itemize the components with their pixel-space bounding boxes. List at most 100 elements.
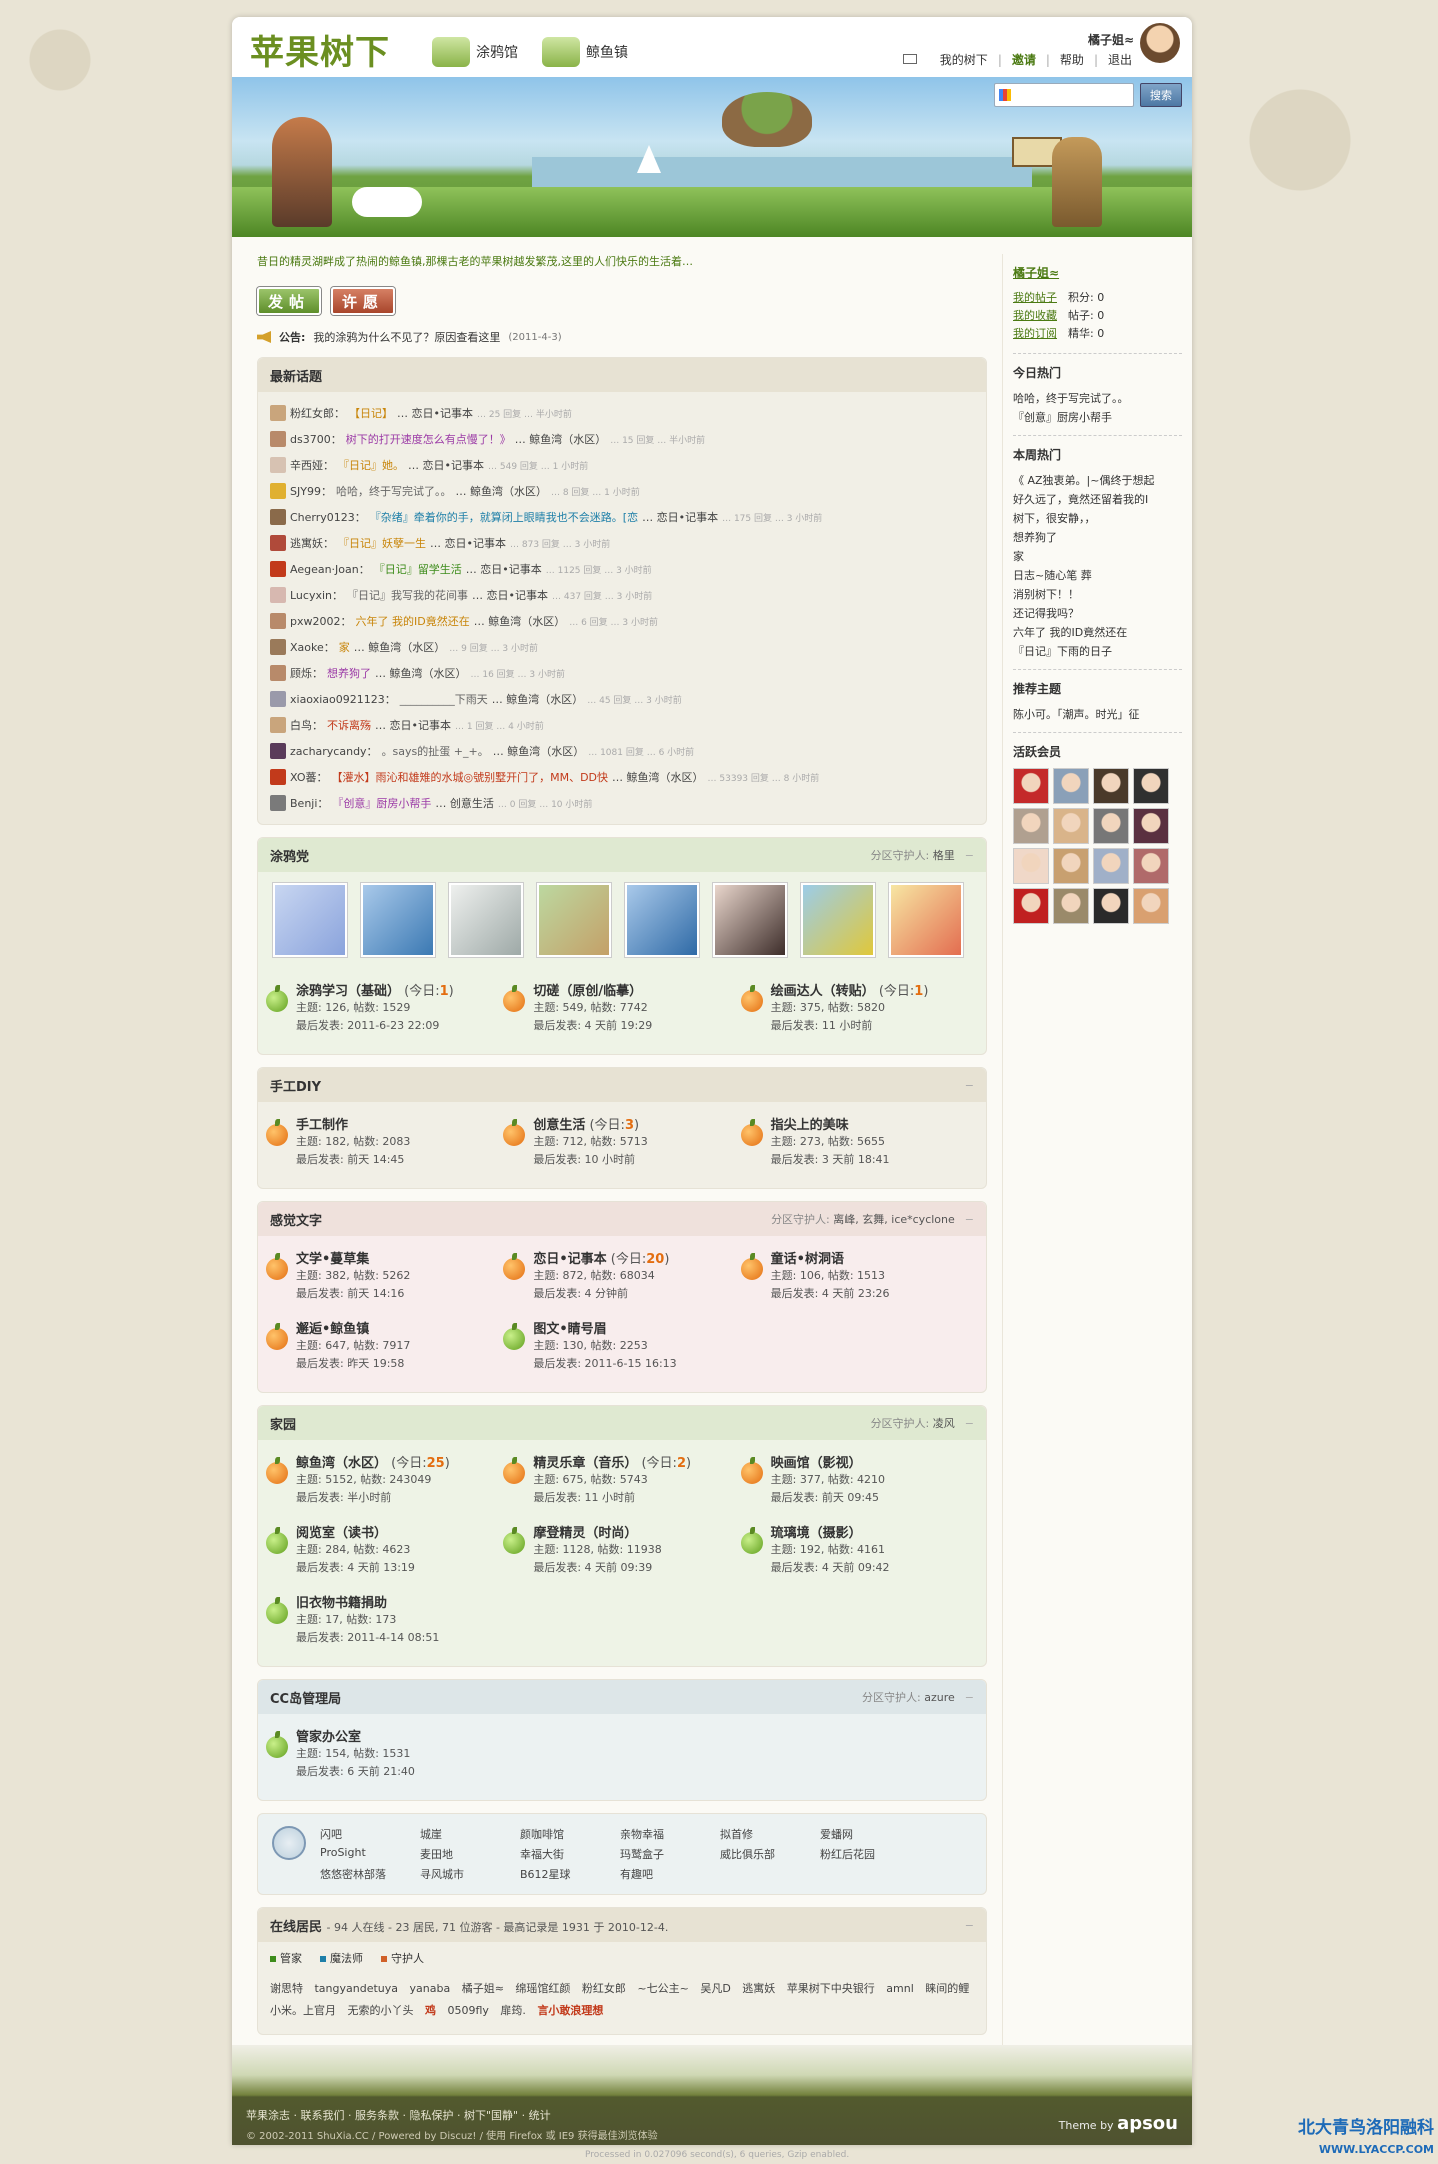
forum-name[interactable]: 管家办公室 xyxy=(296,1726,415,1745)
topic-title[interactable]: 【日记】 xyxy=(349,405,393,421)
topic-title[interactable]: 。says的扯蛋 +_+。 xyxy=(382,743,489,759)
forum-title[interactable]: 文学•蔓草集 xyxy=(296,1252,369,1267)
thumbnail[interactable] xyxy=(712,882,788,958)
topic-author[interactable]: 顾烁： xyxy=(290,665,323,681)
member-avatar[interactable] xyxy=(1053,768,1089,804)
collapse-icon[interactable]: − xyxy=(965,1079,974,1092)
thumbnail[interactable] xyxy=(536,882,612,958)
hot-topic[interactable]: 日志~随心笔 葬 xyxy=(1013,566,1182,585)
member-avatar[interactable] xyxy=(1133,768,1169,804)
forum-title[interactable]: 鲸鱼湾（水区） xyxy=(296,1456,387,1471)
forum-name[interactable]: 邂逅•鲸鱼镇 xyxy=(296,1318,410,1337)
forum-name[interactable]: 精灵乐章（音乐） (今日:2) xyxy=(533,1452,691,1471)
member-avatar[interactable] xyxy=(1093,848,1129,884)
member-avatar[interactable] xyxy=(1093,888,1129,924)
topic-row[interactable]: Xaoke：家… 鲸鱼湾（水区）… 9 回复 … 3 小时前 xyxy=(270,634,974,660)
search-button[interactable]: 搜索 xyxy=(1140,83,1182,107)
member-avatar[interactable] xyxy=(1133,808,1169,844)
topic-row[interactable]: SJY99： 哈哈，终于写完试了。。… 鲸鱼湾（水区）… 8 回复 … 1 小时前 xyxy=(270,478,974,504)
topic-title[interactable]: 不诉离殇 xyxy=(327,717,371,733)
topic-author[interactable]: 粉红女郎： xyxy=(290,405,345,421)
topic-forum[interactable]: … 恋日•记事本 xyxy=(397,405,473,421)
forum-name[interactable]: 鲸鱼湾（水区） (今日:25) xyxy=(296,1452,450,1471)
topic-row[interactable]: Aegean·Joan： 『日记』留学生活… 恋日•记事本… 1125 回复 … … xyxy=(270,556,974,582)
friend-link[interactable]: 粉红后花园 xyxy=(820,1846,920,1862)
thumbnail[interactable] xyxy=(360,882,436,958)
collapse-icon[interactable]: − xyxy=(965,849,974,862)
site-logo[interactable]: 苹果树下 xyxy=(250,25,390,74)
my-home-link[interactable]: 我的树下 xyxy=(940,51,988,68)
topic-forum[interactable]: … 鲸鱼湾（水区） xyxy=(455,483,547,499)
topic-row[interactable]: zacharycandy： 。says的扯蛋 +_+。… 鲸鱼湾（水区）… 108… xyxy=(270,738,974,764)
hot-topic[interactable]: 哈哈，终于写完试了。。 xyxy=(1013,389,1182,408)
forum-item[interactable]: 图文•睛号眉 主题: 130, 帖数: 2253 最后发表: 2011-6-15 1… xyxy=(503,1312,740,1382)
forum-name[interactable]: 映画馆（影视） xyxy=(771,1452,885,1471)
search-input[interactable] xyxy=(994,83,1134,107)
member-avatar[interactable] xyxy=(1053,888,1089,924)
forum-item[interactable]: 绘画达人（转贴） (今日:1) 主题: 375, 帖数: 5820 最后发表: 11… xyxy=(740,974,978,1044)
topic-title[interactable]: 哈哈，终于写完试了。。 xyxy=(336,483,452,499)
topic-row[interactable]: ds3700： 树下的打开速度怎么有点慢了！》… 鲸鱼湾（水区）… 15 回复 …… xyxy=(270,426,974,452)
topic-author[interactable]: SJY99： xyxy=(290,483,332,499)
forum-name[interactable]: 切磋（原创/临摹） xyxy=(533,980,652,999)
wish-button[interactable]: 许愿 xyxy=(331,287,395,315)
topic-row[interactable]: Lucyxin： 『日记』我写我的花间事… 恋日•记事本 … 437 回复 … 3 … xyxy=(270,582,974,608)
forum-title[interactable]: 绘画达人（转贴） xyxy=(771,984,875,999)
topic-title[interactable]: 『创意』厨房小帮手 xyxy=(332,795,431,811)
forum-item[interactable]: 童话•树洞语 主题: 106, 帖数: 1513 最后发表: 4 天前 23:26 xyxy=(740,1242,978,1312)
friend-link[interactable]: B612星球 xyxy=(520,1866,620,1882)
forum-name[interactable]: 指尖上的美味 xyxy=(771,1114,890,1133)
header-username[interactable]: 橘子姐≈ xyxy=(1088,31,1134,48)
topic-author[interactable]: Aegean·Joan： xyxy=(290,561,370,577)
topic-row[interactable]: pxw2002： 六年了 我的ID竟然还在 … 鲸鱼湾（水区）… 6 回复 … 3 … xyxy=(270,608,974,634)
friend-link[interactable]: 悠悠密林部落 xyxy=(320,1866,420,1882)
topic-forum[interactable]: … 鲸鱼湾（水区） xyxy=(492,691,584,707)
forum-title[interactable]: 映画馆（影视） xyxy=(771,1456,862,1471)
friend-link[interactable]: 寻风城市 xyxy=(420,1866,520,1882)
topic-author[interactable]: XO蕃： xyxy=(290,769,328,785)
forum-name[interactable]: 阅览室（读书） xyxy=(296,1522,415,1541)
topic-row[interactable]: Benji： 『创意』厨房小帮手… 创意生活… 0 回复 … 10 小时前 xyxy=(270,790,974,816)
friend-link[interactable]: 麦田地 xyxy=(420,1846,520,1862)
member-avatar[interactable] xyxy=(1013,888,1049,924)
topic-forum[interactable]: … 恋日•记事本 xyxy=(408,457,484,473)
forum-item[interactable]: 阅览室（读书） 主题: 284, 帖数: 4623 最后发表: 4 天前 13:19 xyxy=(266,1516,503,1586)
member-avatar[interactable] xyxy=(1133,888,1169,924)
forum-title[interactable]: 精灵乐章（音乐） xyxy=(533,1456,637,1471)
topic-title[interactable]: 『日记』留学生活 xyxy=(374,561,462,577)
sidebar-username[interactable]: 橘子姐≈ xyxy=(1013,254,1182,281)
topic-row[interactable]: 粉红女郎： 【日记】… 恋日•记事本 … 25 回复 … 半小时前 xyxy=(270,400,974,426)
hot-topic[interactable]: 消别树下！！ xyxy=(1013,585,1182,604)
topic-forum[interactable]: … 鲸鱼湾（水区） xyxy=(493,743,585,759)
topic-title[interactable]: 树下的打开速度怎么有点慢了！》 xyxy=(346,431,511,447)
topic-author[interactable]: pxw2002： xyxy=(290,613,351,629)
forum-item[interactable]: 手工制作 主题: 182, 帖数: 2083 最后发表: 前天 14:45 xyxy=(266,1108,503,1178)
topic-author[interactable]: Benji： xyxy=(290,795,328,811)
topic-forum[interactable]: … 恋日•记事本 xyxy=(472,587,548,603)
my-favorites-link[interactable]: 我的收藏 xyxy=(1013,307,1068,325)
forum-title[interactable]: 手工制作 xyxy=(296,1118,348,1133)
topic-forum[interactable]: … 恋日•记事本 xyxy=(642,509,718,525)
topic-title[interactable]: 想养狗了 xyxy=(327,665,371,681)
forum-title[interactable]: 童话•树洞语 xyxy=(771,1252,844,1267)
my-posts-link[interactable]: 我的帖子 xyxy=(1013,289,1068,307)
forum-name[interactable]: 摩登精灵（时尚） xyxy=(533,1522,661,1541)
thumbnail[interactable] xyxy=(624,882,700,958)
hot-topic[interactable]: 『日记』下雨的日子 xyxy=(1013,642,1182,661)
forum-item[interactable]: 切磋（原创/临摹） 主题: 549, 帖数: 7742 最后发表: 4 天前 19:… xyxy=(503,974,740,1044)
forum-item[interactable]: 指尖上的美味 主题: 273, 帖数: 5655 最后发表: 3 天前 18:41 xyxy=(740,1108,978,1178)
topic-author[interactable]: ds3700： xyxy=(290,431,342,447)
topic-title[interactable]: 『杂绪』牵着你的手，就算闭上眼睛我也不会迷路。[恋 xyxy=(370,509,638,525)
topic-title[interactable]: 『日记』妖孽一生 xyxy=(338,535,426,551)
forum-item[interactable]: 邂逅•鲸鱼镇 主题: 647, 帖数: 7917 最后发表: 昨天 19:58 xyxy=(266,1312,503,1382)
section-title[interactable]: CC岛管理局 xyxy=(270,1688,341,1707)
section-title[interactable]: 家园 xyxy=(270,1414,296,1433)
topic-row[interactable]: xiaoxiao0921123： __________下雨天… 鲸鱼湾（水区）… … xyxy=(270,686,974,712)
member-avatar[interactable] xyxy=(1013,848,1049,884)
forum-name[interactable]: 文学•蔓草集 xyxy=(296,1248,410,1267)
thumbnail[interactable] xyxy=(448,882,524,958)
topic-row[interactable]: Cherry0123： 『杂绪』牵着你的手，就算闭上眼睛我也不会迷路。[恋… 恋日… xyxy=(270,504,974,530)
forum-title[interactable]: 邂逅•鲸鱼镇 xyxy=(296,1322,369,1337)
topic-title[interactable]: __________下雨天 xyxy=(400,691,488,707)
topic-forum[interactable]: … 鲸鱼湾（水区） xyxy=(474,613,566,629)
